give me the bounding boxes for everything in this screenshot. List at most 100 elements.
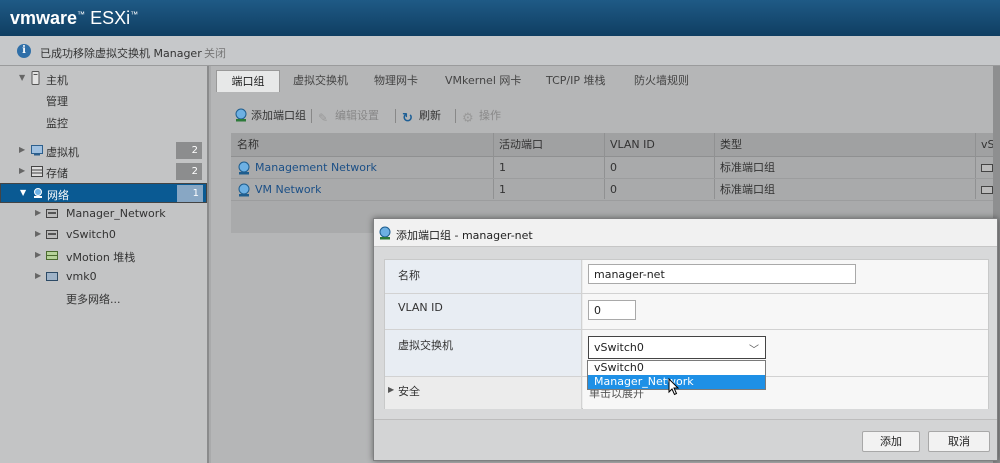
dialog-title-bar: 添加端口组 - manager-net: [374, 219, 997, 247]
nav-network[interactable]: ▼ 网络 1: [0, 183, 207, 203]
chevron-down-icon: ﹀: [749, 345, 759, 356]
edit-settings-button[interactable]: ✎ 编辑设置: [318, 106, 379, 126]
nav-host-label: 主机: [46, 74, 68, 87]
column-header-type[interactable]: 类型: [720, 134, 742, 156]
actions-label: 操作: [479, 109, 501, 122]
name-value-cell: [583, 260, 988, 293]
refresh-icon: ↻: [402, 111, 413, 126]
security-label[interactable]: ▶ 安全: [385, 377, 582, 409]
vlan-id-input[interactable]: [588, 300, 636, 320]
nav-monitor-label: 监控: [46, 117, 68, 130]
expand-arrow-icon[interactable]: ▶: [35, 229, 41, 238]
expand-arrow-icon: ▶: [388, 385, 395, 394]
vlan-id-label: VLAN ID: [385, 294, 582, 329]
tcpip-stack-icon: [46, 251, 58, 260]
vswitch-selected-value: vSwitch0: [594, 341, 644, 354]
table-row[interactable]: Management Network 1 0 标准端口组: [231, 157, 1000, 179]
toolbar-separator: [395, 109, 396, 123]
vms-count-badge: 2: [176, 142, 202, 159]
nav-storage[interactable]: ▶ 存储 2: [0, 162, 207, 182]
refresh-label: 刷新: [419, 109, 441, 122]
gear-icon: ⚙: [462, 111, 474, 126]
form-row-name: 名称: [385, 260, 988, 294]
tab-tcpip-stacks[interactable]: TCP/IP 堆栈: [546, 70, 605, 92]
nav-sub-vmotion-stack[interactable]: ▶ vMotion 堆栈: [0, 246, 207, 266]
nav-vms-label: 虚拟机: [46, 146, 79, 159]
nav-more-networks[interactable]: 更多网络...: [0, 288, 207, 308]
column-header-name[interactable]: 名称: [237, 134, 259, 156]
nav-network-label: 网络: [47, 189, 69, 202]
refresh-button[interactable]: ↻ 刷新: [402, 106, 441, 126]
toolbar-separator: [311, 109, 312, 123]
nav-host[interactable]: ▼ 主机: [0, 69, 207, 89]
dialog-footer: 添加 取消: [374, 419, 997, 460]
switch-icon: [981, 164, 993, 172]
tab-port-groups[interactable]: 端口组: [216, 70, 280, 92]
name-input[interactable]: [588, 264, 856, 284]
column-header-active-ports[interactable]: 活动端口: [499, 134, 543, 156]
app-header: vmware™ ESXi™: [0, 0, 1000, 36]
edit-settings-label: 编辑设置: [335, 109, 379, 122]
port-group-name-link[interactable]: VM Network: [255, 179, 321, 201]
nav-sub-manager-network[interactable]: ▶ Manager_Network: [0, 204, 207, 224]
expand-arrow-icon[interactable]: ▶: [19, 166, 25, 175]
type-cell: 标准端口组: [720, 161, 775, 174]
vm-icon: [31, 145, 43, 156]
switch-icon: [46, 209, 58, 218]
expand-arrow-icon[interactable]: ▶: [35, 208, 41, 217]
notification-text: 已成功移除虚拟交换机 Manager: [40, 47, 202, 60]
name-label: 名称: [385, 260, 582, 293]
cancel-button[interactable]: 取消: [928, 431, 990, 452]
toolbar: 添加端口组 ✎ 编辑设置 ↻ 刷新 ⚙ 操作: [231, 106, 971, 126]
pencil-icon: ✎: [318, 111, 329, 125]
tab-virtual-switches[interactable]: 虚拟交换机: [293, 70, 348, 92]
vswitch-select[interactable]: vSwitch0 ﹀: [588, 336, 766, 359]
vmkernel-nic-icon: [46, 272, 58, 281]
nav-vms[interactable]: ▶ 虚拟机 2: [0, 141, 207, 161]
add-port-group-label: 添加端口组: [251, 109, 306, 122]
port-group-name-link[interactable]: Management Network: [255, 157, 377, 179]
network-count-badge: 1: [177, 185, 203, 202]
tab-physical-nics[interactable]: 物理网卡: [374, 70, 418, 92]
add-port-group-icon: [235, 108, 247, 122]
nav-manage[interactable]: 管理: [0, 90, 207, 110]
collapse-arrow-icon[interactable]: ▼: [20, 188, 26, 197]
active-ports-cell: 1: [499, 183, 506, 196]
nav-sub-label: Manager_Network: [66, 207, 166, 220]
column-header-vlan-id[interactable]: VLAN ID: [610, 134, 655, 156]
storage-icon: [31, 166, 43, 177]
table-row[interactable]: VM Network 1 0 标准端口组: [231, 179, 1000, 201]
nav-sub-label: vmk0: [66, 270, 97, 283]
port-group-icon: [238, 161, 250, 175]
switch-icon: [981, 186, 993, 194]
port-group-icon: [238, 183, 250, 197]
table-header: 名称 活动端口 VLAN ID 类型 vSw: [231, 133, 1000, 157]
collapse-arrow-icon[interactable]: ▼: [19, 73, 25, 82]
port-group-icon: [379, 226, 391, 240]
tab-vmkernel-nics[interactable]: VMkernel 网卡: [445, 70, 521, 92]
dropdown-option-vswitch0[interactable]: vSwitch0: [588, 361, 765, 375]
switch-icon: [46, 230, 58, 239]
host-icon: [31, 71, 40, 85]
expand-arrow-icon[interactable]: ▶: [35, 271, 41, 280]
add-port-group-button[interactable]: 添加端口组: [234, 106, 306, 126]
vswitch-label: 虚拟交换机: [385, 330, 582, 376]
storage-count-badge: 2: [176, 163, 202, 180]
nav-sub-label: vMotion 堆栈: [66, 251, 136, 264]
vlan-id-cell: 0: [610, 183, 617, 196]
nav-more-label: 更多网络...: [66, 293, 121, 306]
add-button[interactable]: 添加: [862, 431, 920, 452]
nav-sub-vswitch0[interactable]: ▶ vSwitch0: [0, 225, 207, 245]
nav-sub-vmk0[interactable]: ▶ vmk0: [0, 267, 207, 287]
expand-arrow-icon[interactable]: ▶: [19, 145, 25, 154]
expand-arrow-icon[interactable]: ▶: [35, 250, 41, 259]
notification-close-link[interactable]: 关闭: [204, 45, 226, 61]
navigator: ▼ 主机 管理 监控 ▶ 虚拟机 2 ▶ 存储 2 ▼ 网络 1 ▶ Manag…: [0, 66, 209, 463]
tab-firewall-rules[interactable]: 防火墙规则: [634, 70, 689, 92]
type-cell: 标准端口组: [720, 183, 775, 196]
active-ports-cell: 1: [499, 161, 506, 174]
actions-button[interactable]: ⚙ 操作: [462, 106, 501, 126]
nav-monitor[interactable]: 监控: [0, 112, 207, 132]
network-icon: [34, 188, 42, 198]
vmware-logo[interactable]: vmware™ ESXi™: [10, 8, 138, 29]
